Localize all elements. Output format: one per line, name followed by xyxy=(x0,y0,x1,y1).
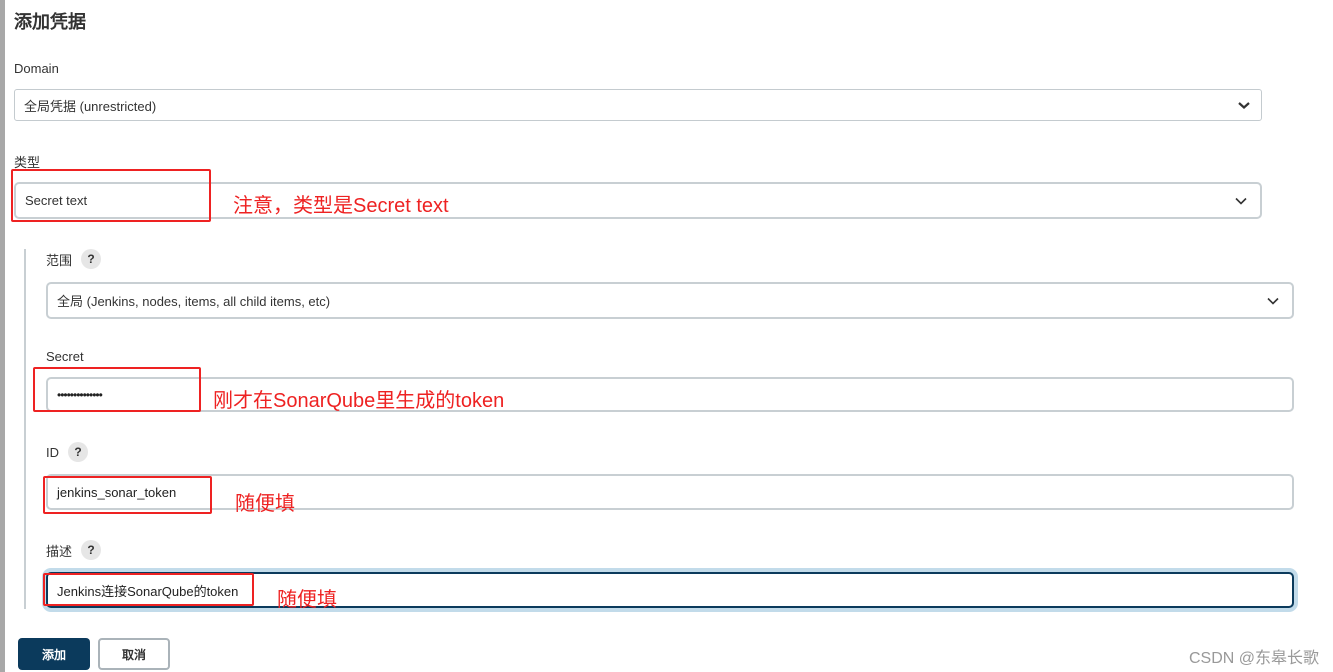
add-button[interactable]: 添加 xyxy=(18,638,90,670)
annotation-secret-note: 刚才在SonarQube里生成的token xyxy=(213,390,505,412)
help-icon[interactable]: ? xyxy=(68,442,88,462)
annotation-kind-note: 注意，类型是Secret text xyxy=(233,195,449,217)
page-title: 添加凭据 xyxy=(14,12,86,32)
scope-label-text: 范围 xyxy=(46,252,73,268)
nested-section-border xyxy=(24,249,26,609)
annotation-description-note: 随便填 xyxy=(277,589,337,611)
description-label: 描述 ? xyxy=(46,540,102,560)
annotation-id-note: 随便填 xyxy=(235,493,295,515)
annotation-box-kind xyxy=(11,169,211,222)
cancel-button[interactable]: 取消 xyxy=(98,638,170,670)
annotation-box-secret xyxy=(33,367,201,412)
left-edge-strip xyxy=(0,0,5,672)
domain-select-value: 全局凭据 (unrestricted) xyxy=(24,98,157,114)
watermark: CSDN @东皋长歌 xyxy=(1188,650,1319,667)
id-input[interactable]: jenkins_sonar_token xyxy=(46,474,1294,510)
chevron-down-icon xyxy=(1267,297,1279,305)
annotation-box-id xyxy=(43,476,212,514)
scope-label: 范围 ? xyxy=(46,249,102,269)
secret-label: Secret xyxy=(46,349,84,364)
id-label: ID ? xyxy=(46,442,88,462)
chevron-down-icon xyxy=(1235,197,1247,205)
help-icon[interactable]: ? xyxy=(81,540,102,560)
chevron-down-icon xyxy=(1238,102,1250,109)
description-label-text: 描述 xyxy=(46,543,73,559)
scope-select-value: 全局 (Jenkins, nodes, items, all child ite… xyxy=(57,294,331,309)
domain-select[interactable]: 全局凭据 (unrestricted) xyxy=(14,89,1262,121)
scope-select[interactable]: 全局 (Jenkins, nodes, items, all child ite… xyxy=(46,282,1294,319)
help-icon[interactable]: ? xyxy=(81,249,102,269)
id-label-text: ID xyxy=(46,444,59,460)
annotation-box-description xyxy=(43,573,254,606)
domain-label: Domain xyxy=(14,61,59,76)
